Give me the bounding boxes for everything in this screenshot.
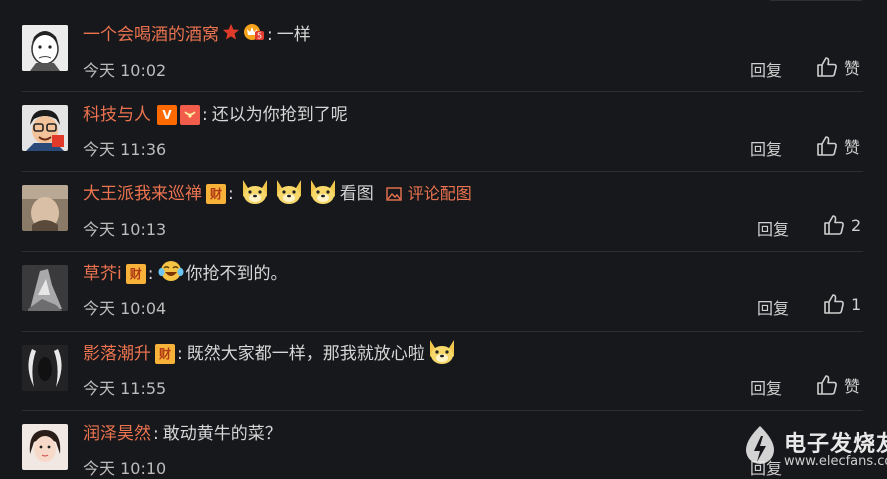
avatar[interactable] bbox=[22, 345, 68, 391]
reply-button[interactable]: 回复 bbox=[757, 295, 789, 319]
reply-button[interactable]: 回复 bbox=[750, 375, 782, 399]
avatar[interactable] bbox=[22, 185, 68, 231]
comment-image-label: 评论配图 bbox=[407, 184, 472, 203]
comment-text: 既然大家都一样，那我就放心啦 bbox=[186, 344, 425, 364]
colon: : bbox=[202, 105, 208, 125]
doge-emoji-icon bbox=[307, 176, 339, 212]
like-button[interactable]: 赞 bbox=[816, 373, 860, 397]
divider bbox=[22, 251, 863, 252]
divider bbox=[22, 171, 863, 172]
username-link[interactable]: 科技与人 bbox=[83, 104, 151, 126]
comment-time: 今天 10:10 bbox=[83, 459, 167, 478]
like-button[interactable]: 2 bbox=[823, 214, 861, 236]
comment-line: 草芥i 财 : 你抢不到的。 bbox=[83, 261, 288, 285]
doge-emoji-icon bbox=[426, 336, 458, 372]
cai-badge[interactable]: 财 bbox=[155, 344, 175, 364]
watermark: 电子发烧友 www.elecfans.com bbox=[738, 420, 887, 475]
comment-image-link[interactable]: 评论配图 bbox=[386, 183, 472, 205]
like-button[interactable]: 赞 bbox=[816, 134, 860, 158]
colon: : bbox=[177, 344, 183, 364]
comment-line: 大王派我来巡禅 财 : 看图 评论配图 bbox=[83, 180, 472, 205]
comment-time: 今天 11:55 bbox=[83, 379, 167, 398]
red-envelope-badge-icon[interactable] bbox=[180, 105, 200, 125]
avatar[interactable] bbox=[22, 424, 68, 470]
thumbs-up-icon bbox=[817, 375, 837, 395]
comment-time: 今天 10:04 bbox=[83, 299, 167, 318]
doge-emoji-icon bbox=[239, 176, 271, 212]
cai-badge[interactable]: 财 bbox=[206, 184, 226, 204]
divider bbox=[22, 410, 863, 411]
cai-badge[interactable]: 财 bbox=[125, 264, 146, 284]
comment-line: 科技与人 V : 还以为你抢到了呢 bbox=[83, 104, 348, 126]
username-link[interactable]: 草芥i bbox=[83, 263, 122, 285]
like-count: 1 bbox=[851, 294, 862, 314]
comment-time: 今天 10:13 bbox=[83, 220, 167, 239]
username-link[interactable]: 影落潮升 bbox=[83, 343, 151, 365]
divider bbox=[22, 331, 863, 332]
reply-button[interactable]: 回复 bbox=[750, 136, 782, 160]
like-label: 赞 bbox=[844, 377, 861, 396]
like-label: 赞 bbox=[844, 138, 861, 157]
image-icon bbox=[386, 187, 402, 201]
username-link[interactable]: 大王派我来巡禅 bbox=[83, 183, 202, 205]
watermark-logo-icon bbox=[746, 426, 774, 464]
comment-text: 看图 bbox=[339, 184, 374, 204]
comment-line: 润泽昊然 : 敢动黄牛的菜？ bbox=[83, 423, 282, 445]
thumbs-up-icon bbox=[824, 294, 844, 314]
watermark-url: www.elecfans.com bbox=[784, 454, 887, 469]
username-link[interactable]: 润泽昊然 bbox=[83, 423, 151, 445]
comment-line: 影落潮升 财 : 既然大家都一样，那我就放心啦 bbox=[83, 340, 459, 365]
comment-item: 润泽昊然 : 敢动黄牛的菜？ 今天 10:10 回复 bbox=[0, 0, 887, 478]
like-count: 2 bbox=[851, 215, 862, 235]
avatar[interactable] bbox=[22, 105, 68, 151]
thumbs-up-icon bbox=[817, 136, 837, 156]
doge-emoji-icon bbox=[273, 176, 305, 212]
comment-time: 今天 11:36 bbox=[83, 140, 167, 159]
like-button[interactable]: 1 bbox=[823, 293, 861, 315]
avatar[interactable] bbox=[22, 265, 68, 311]
comment-text: 敢动黄牛的菜？ bbox=[162, 424, 282, 444]
colon: : bbox=[147, 264, 154, 284]
thumbs-up-icon bbox=[824, 215, 844, 235]
comment-text: 你抢不到的。 bbox=[185, 264, 288, 284]
colon: : bbox=[228, 184, 234, 204]
reply-button[interactable]: 回复 bbox=[757, 216, 789, 240]
colon: : bbox=[153, 424, 159, 444]
divider bbox=[22, 91, 863, 92]
tears-of-joy-emoji-icon bbox=[158, 259, 184, 289]
comment-text: 还以为你抢到了呢 bbox=[211, 105, 348, 125]
verified-v-badge[interactable]: V bbox=[157, 105, 177, 125]
